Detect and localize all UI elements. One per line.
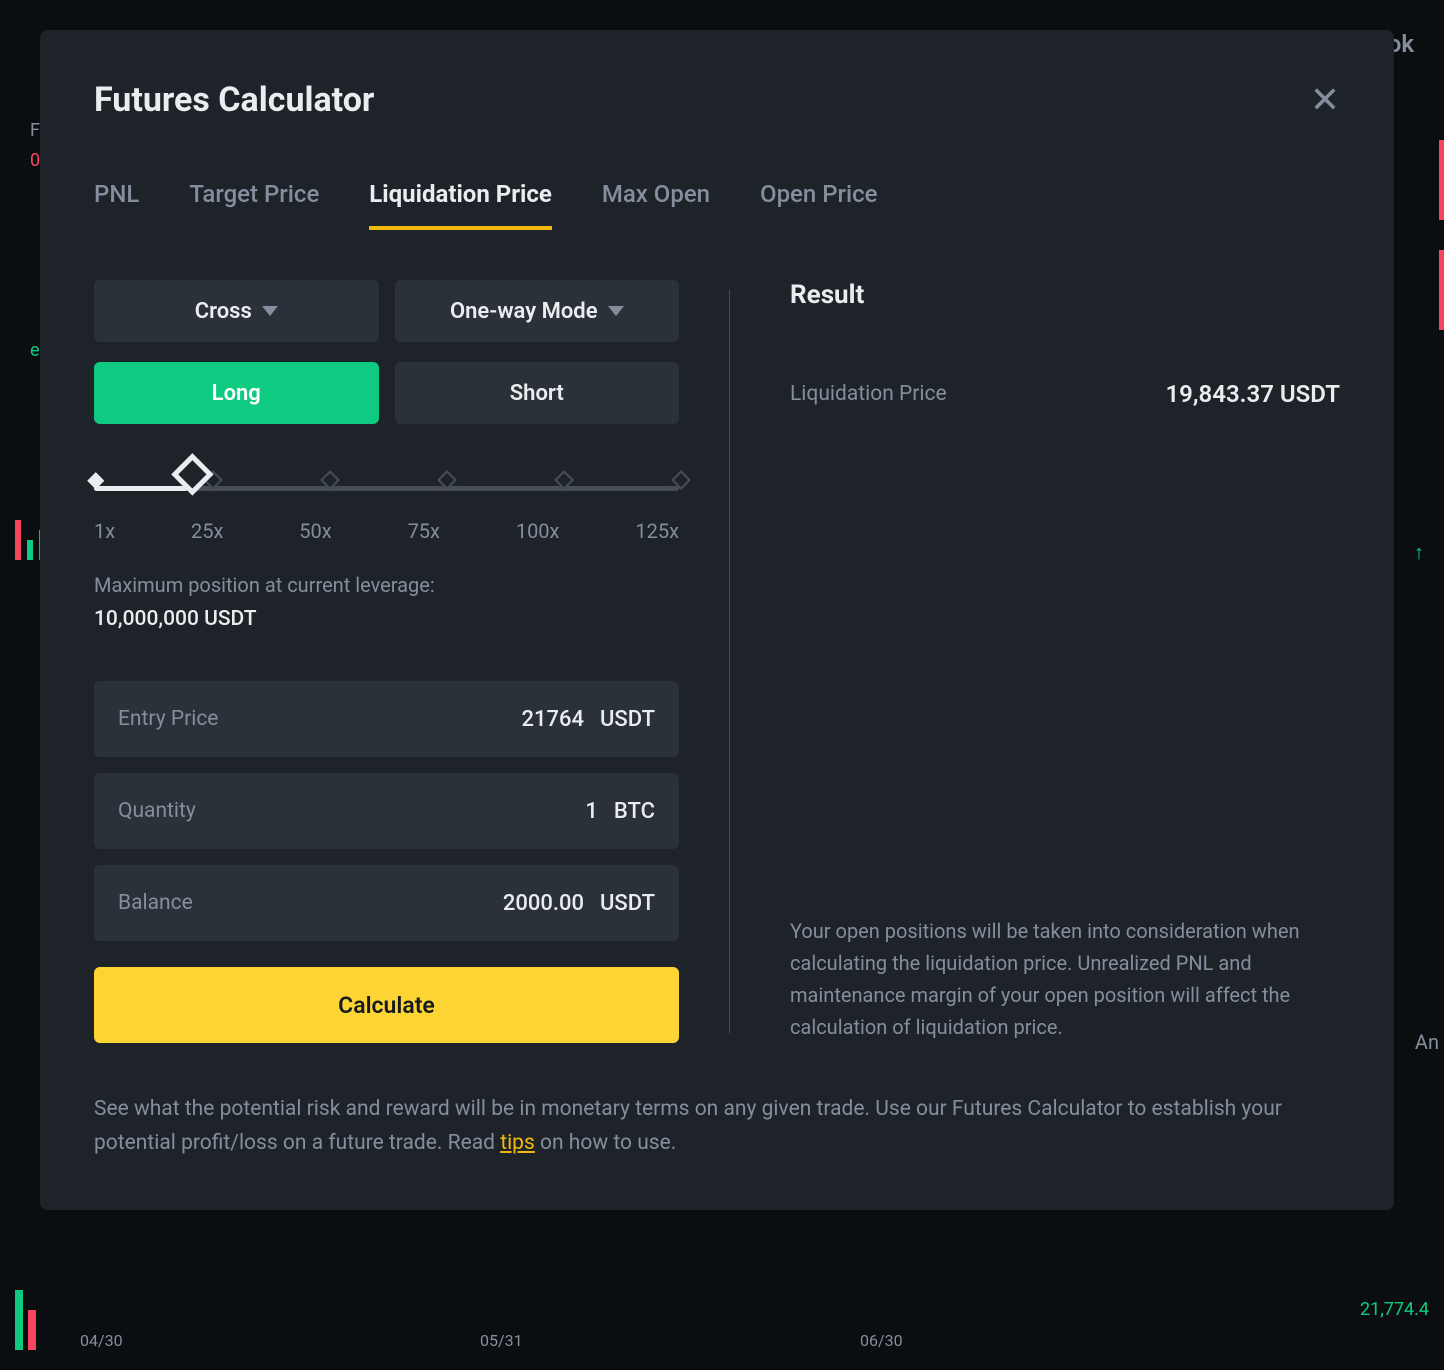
background-text: 0 bbox=[30, 150, 40, 171]
tips-link[interactable]: tips bbox=[500, 1131, 535, 1155]
calculate-button[interactable]: Calculate bbox=[94, 967, 679, 1043]
slider-tick-label: 100x bbox=[516, 519, 560, 543]
result-liquidation-label: Liquidation Price bbox=[790, 382, 947, 406]
chevron-down-icon bbox=[262, 306, 278, 316]
entry-price-unit: USDT bbox=[600, 707, 655, 732]
tab-liquidation-price[interactable]: Liquidation Price bbox=[369, 180, 552, 230]
bottom-note-text-post: on how to use. bbox=[535, 1131, 676, 1155]
quantity-label: Quantity bbox=[118, 799, 448, 823]
background-date: 05/31 bbox=[480, 1331, 523, 1350]
background-strip bbox=[1439, 250, 1444, 330]
balance-label: Balance bbox=[118, 891, 434, 915]
tab-target-price[interactable]: Target Price bbox=[189, 180, 319, 230]
result-note: Your open positions will be taken into c… bbox=[790, 915, 1340, 1043]
slider-tick-label: 50x bbox=[299, 519, 331, 543]
max-position-label: Maximum position at current leverage: bbox=[94, 573, 679, 597]
background-candle bbox=[15, 1290, 23, 1350]
background-candle bbox=[28, 1310, 36, 1350]
entry-price-label: Entry Price bbox=[118, 707, 434, 731]
background-text: An bbox=[1415, 1030, 1439, 1054]
balance-unit: USDT bbox=[600, 891, 655, 916]
background-text: F bbox=[30, 120, 40, 141]
quantity-unit: BTC bbox=[614, 799, 655, 824]
margin-mode-label: Cross bbox=[195, 299, 252, 324]
slider-tick-label: 25x bbox=[191, 519, 223, 543]
entry-price-field[interactable]: Entry Price USDT bbox=[94, 681, 679, 757]
bottom-note-text: See what the potential risk and reward w… bbox=[94, 1097, 1282, 1155]
result-title: Result bbox=[790, 280, 1340, 310]
margin-mode-dropdown[interactable]: Cross bbox=[94, 280, 379, 342]
vertical-divider bbox=[729, 290, 730, 1033]
tab-pnl[interactable]: PNL bbox=[94, 180, 139, 230]
futures-calculator-modal: Futures Calculator ✕ PNL Target Price Li… bbox=[40, 30, 1394, 1210]
calculator-tabs: PNL Target Price Liquidation Price Max O… bbox=[94, 180, 1340, 230]
balance-field[interactable]: Balance USDT bbox=[94, 865, 679, 941]
background-strip bbox=[1439, 140, 1444, 220]
tab-max-open[interactable]: Max Open bbox=[602, 180, 710, 230]
tab-open-price[interactable]: Open Price bbox=[760, 180, 878, 230]
chevron-down-icon bbox=[608, 306, 624, 316]
close-icon[interactable]: ✕ bbox=[1310, 82, 1340, 118]
slider-tick-label: 75x bbox=[408, 519, 440, 543]
slider-tick-label: 125x bbox=[635, 519, 679, 543]
balance-input[interactable] bbox=[434, 891, 584, 916]
quantity-field[interactable]: Quantity BTC bbox=[94, 773, 679, 849]
entry-price-input[interactable] bbox=[434, 707, 584, 732]
bottom-note: See what the potential risk and reward w… bbox=[94, 1093, 1340, 1160]
quantity-input[interactable] bbox=[448, 799, 598, 824]
position-mode-dropdown[interactable]: One-way Mode bbox=[395, 280, 680, 342]
background-price: 21,774.4 bbox=[1360, 1299, 1429, 1320]
slider-tick-label: 1x bbox=[94, 519, 115, 543]
background-date: 04/30 bbox=[80, 1331, 123, 1350]
short-button[interactable]: Short bbox=[395, 362, 680, 424]
long-button[interactable]: Long bbox=[94, 362, 379, 424]
leverage-slider[interactable]: 1x 25x 50x 75x 100x 125x bbox=[94, 484, 679, 543]
result-liquidation-value: 19,843.37 USDT bbox=[1165, 380, 1340, 408]
background-date: 06/30 bbox=[860, 1331, 903, 1350]
modal-title: Futures Calculator bbox=[94, 80, 374, 120]
background-arrow-icon: ↑ bbox=[1414, 540, 1424, 565]
position-mode-label: One-way Mode bbox=[450, 299, 598, 324]
max-position-value: 10,000,000 USDT bbox=[94, 607, 679, 631]
